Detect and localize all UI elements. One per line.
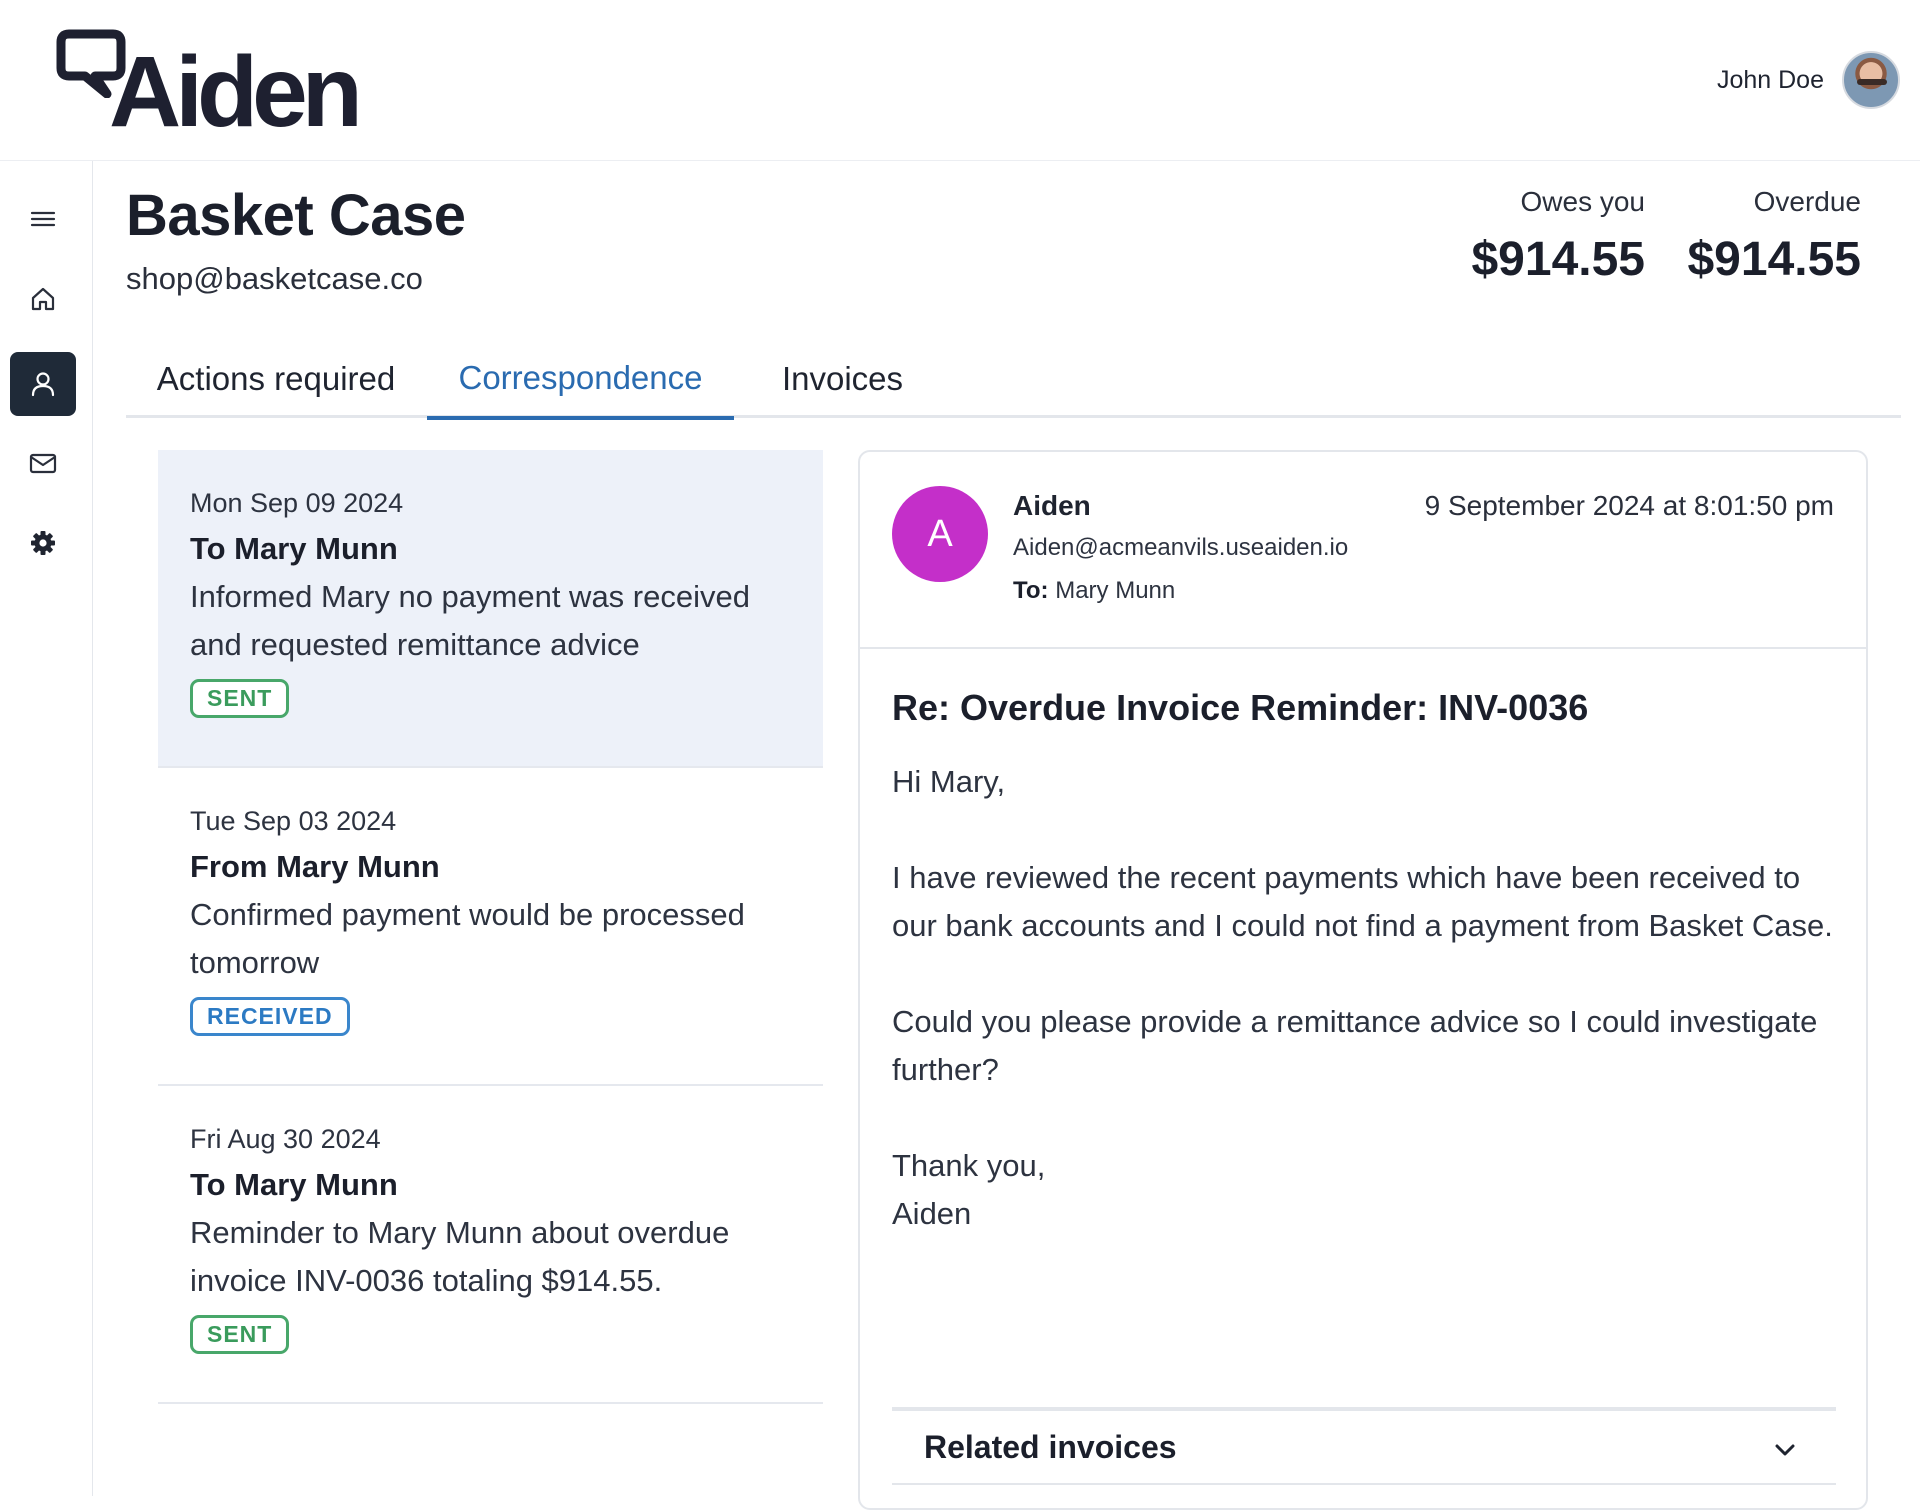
list-item[interactable]: Mon Sep 09 2024 To Mary Munn Informed Ma…: [158, 450, 823, 768]
sender-avatar: A: [892, 486, 988, 582]
correspondence-list: Mon Sep 09 2024 To Mary Munn Informed Ma…: [158, 450, 823, 1404]
owes-you-stat: Owes you $914.55: [1471, 186, 1645, 287]
mail-icon: [29, 453, 57, 474]
user-avatar[interactable]: [1842, 51, 1900, 109]
message-greeting: Hi Mary,: [892, 764, 1006, 799]
list-item[interactable]: Fri Aug 30 2024 To Mary Munn Reminder to…: [158, 1086, 823, 1404]
sidebar-item-contacts[interactable]: [10, 352, 76, 416]
status-badge: SENT: [190, 1315, 290, 1354]
item-title: To Mary Munn: [190, 531, 398, 566]
top-bar: Aiden John Doe: [0, 0, 1920, 161]
page-title: Basket Case: [126, 183, 466, 248]
item-title: From Mary Munn: [190, 849, 440, 884]
overdue-stat: Overdue $914.55: [1687, 186, 1861, 287]
tab-actions-required[interactable]: Actions required: [126, 340, 426, 418]
owes-you-label: Owes you: [1520, 186, 1646, 217]
sidebar-item-mail[interactable]: [10, 431, 76, 495]
recipient-label: To:: [1013, 577, 1049, 604]
related-invoices-label: Related invoices: [924, 1428, 1177, 1465]
logo-wordmark: Aiden: [109, 36, 363, 148]
related-invoices-toggle[interactable]: Related invoices: [892, 1407, 1836, 1485]
user-menu[interactable]: John Doe: [1717, 50, 1900, 110]
item-description: Reminder to Mary Munn about overdue invo…: [190, 1215, 730, 1298]
chevron-down-icon: [1775, 1444, 1795, 1456]
overdue-amount: $914.55: [1687, 233, 1861, 286]
message-signature: Aiden: [892, 1196, 972, 1231]
user-name: John Doe: [1716, 65, 1824, 94]
message-paragraph: I have reviewed the recent payments whic…: [892, 860, 1833, 943]
message-timestamp: 9 September 2024 at 8:01:50 pm: [1424, 490, 1834, 521]
sidebar-item-menu[interactable]: [10, 187, 76, 251]
item-title: To Mary Munn: [190, 1167, 398, 1202]
message-signoff: Thank you,: [892, 1148, 1046, 1183]
sidebar-item-home[interactable]: [10, 267, 76, 331]
customer-email: shop@basketcase.co: [126, 261, 423, 296]
status-badge: RECEIVED: [190, 997, 350, 1036]
message-header: A Aiden Aiden@acmeanvils.useaiden.io To:…: [860, 452, 1866, 649]
tab-bar: Actions required Correspondence Invoices: [126, 340, 1901, 420]
owes-you-amount: $914.55: [1471, 233, 1645, 286]
list-item[interactable]: Tue Sep 03 2024 From Mary Munn Confirmed…: [158, 768, 823, 1086]
message-body: Hi Mary, I have reviewed the recent paym…: [892, 758, 1842, 1238]
menu-icon: [30, 211, 56, 227]
overdue-label: Overdue: [1753, 186, 1861, 217]
status-badge: SENT: [190, 679, 290, 718]
item-description: Confirmed payment would be processed tom…: [190, 897, 745, 980]
sidebar-item-settings[interactable]: [10, 511, 76, 575]
tab-invoices[interactable]: Invoices: [734, 340, 951, 418]
tab-correspondence[interactable]: Correspondence: [427, 340, 734, 420]
item-date: Fri Aug 30 2024: [190, 1124, 381, 1154]
item-date: Mon Sep 09 2024: [190, 488, 404, 518]
message-paragraph: Could you please provide a remittance ad…: [892, 1004, 1818, 1087]
message-detail-panel: A Aiden Aiden@acmeanvils.useaiden.io To:…: [858, 450, 1868, 1510]
sender-name: Aiden: [1013, 490, 1091, 521]
aiden-logo[interactable]: Aiden: [55, 28, 365, 142]
recipient-name: Mary Munn: [1055, 577, 1176, 604]
user-icon: [31, 372, 55, 397]
home-icon: [31, 287, 55, 311]
sender-email: Aiden@acmeanvils.useaiden.io: [1013, 534, 1349, 561]
message-subject: Re: Overdue Invoice Reminder: INV-0036: [892, 687, 1589, 728]
gear-icon: [31, 531, 55, 555]
recipient: To: Mary Munn: [1013, 577, 1175, 605]
sidebar: [0, 161, 93, 1496]
item-date: Tue Sep 03 2024: [190, 806, 397, 836]
item-description: Informed Mary no payment was received an…: [190, 579, 750, 662]
